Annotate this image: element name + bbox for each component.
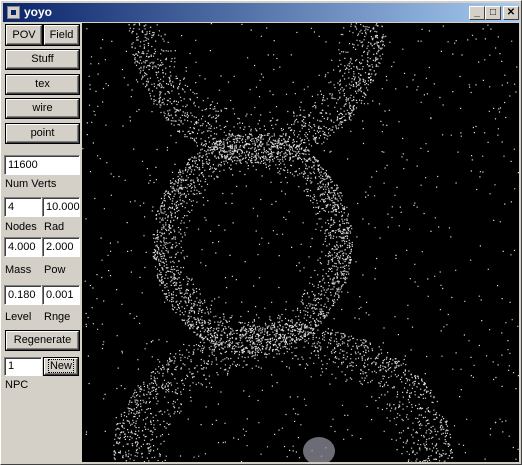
level-label: Level — [5, 311, 32, 323]
close-icon: ✕ — [506, 7, 516, 18]
rad-label: Rad — [44, 221, 65, 233]
regenerate-button[interactable]: Regenerate — [5, 330, 80, 351]
nodes-label: Nodes — [5, 221, 37, 233]
mass-label: Mass — [5, 264, 32, 276]
new-button-label: New — [47, 359, 74, 373]
pov-button[interactable]: POV — [5, 24, 43, 46]
stuff-button[interactable]: Stuff — [5, 49, 80, 70]
close-button[interactable]: ✕ — [503, 6, 519, 20]
title-bar[interactable]: yoyo _ □ ✕ — [3, 3, 519, 22]
maximize-icon: □ — [489, 7, 497, 18]
point-cloud-dots — [82, 23, 519, 462]
npc-field[interactable]: 1 — [4, 357, 42, 376]
rnge-field[interactable]: 0.001 — [42, 285, 80, 305]
wire-button[interactable]: wire — [5, 98, 80, 119]
highlight-blob — [303, 437, 335, 462]
num-verts-label: Num Verts — [5, 178, 57, 190]
level-field[interactable]: 0.180 — [4, 285, 42, 305]
tex-button[interactable]: tex — [5, 74, 80, 95]
rad-field[interactable]: 10.000 — [42, 197, 80, 217]
nodes-field[interactable]: 4 — [4, 197, 42, 217]
render-viewport[interactable] — [82, 23, 519, 462]
pow-field[interactable]: 2.000 — [42, 237, 80, 257]
app-window: yoyo _ □ ✕ POV Field Stuff tex wire poin… — [0, 0, 522, 465]
point-cloud-render — [82, 23, 519, 462]
window-title: yoyo — [24, 5, 53, 19]
field-button[interactable]: Field — [43, 24, 80, 46]
num-verts-field[interactable]: 11600 — [4, 155, 80, 175]
minimize-icon: _ — [474, 7, 480, 18]
pow-label: Pow — [44, 264, 66, 276]
rnge-label: Rnge — [44, 311, 71, 323]
new-button[interactable]: New — [43, 357, 79, 376]
app-icon — [7, 6, 20, 19]
npc-label: NPC — [5, 379, 29, 391]
control-panel: POV Field Stuff tex wire point 11600 Num… — [3, 23, 82, 462]
mass-field[interactable]: 4.000 — [4, 237, 42, 257]
maximize-button[interactable]: □ — [485, 6, 501, 20]
point-button[interactable]: point — [5, 123, 80, 144]
minimize-button[interactable]: _ — [469, 6, 485, 20]
